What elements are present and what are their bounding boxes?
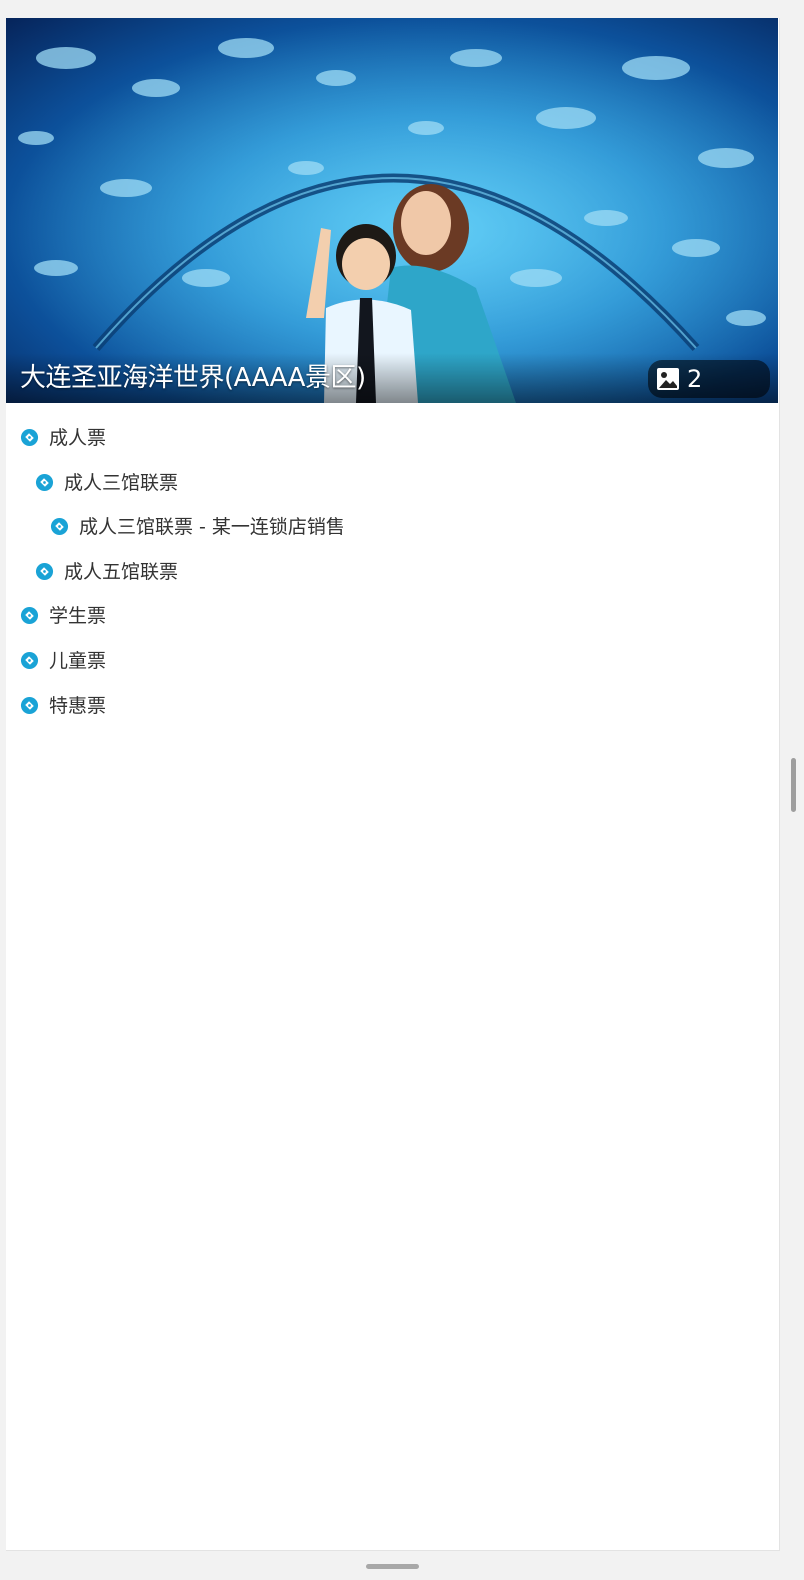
image-icon [657, 368, 679, 390]
attraction-title: 大连圣亚海洋世界(AAAA景区) [20, 363, 366, 393]
ticket-item-label: 成人票 [49, 427, 107, 449]
ticket-type-tree: 成人票 成人三馆联票 成人三馆联票 - 某一连锁店销售 成人五馆联票 学生票 儿… [6, 403, 779, 737]
ticket-item-adult-three-hall[interactable]: 成人三馆联票 [6, 470, 779, 515]
ticket-item-child[interactable]: 儿童票 [6, 648, 779, 693]
ticket-item-adult-five-hall[interactable]: 成人五馆联票 [6, 559, 779, 604]
ticket-item-label: 成人三馆联票 - 某一连锁店销售 [79, 516, 345, 539]
ticket-item-label: 学生票 [49, 605, 107, 628]
ticket-icon [20, 651, 39, 670]
ticket-icon [20, 607, 39, 625]
photo-count-button[interactable]: 2 [648, 360, 770, 398]
ticket-item-label: 特惠票 [49, 694, 107, 717]
ticket-item-discount[interactable]: 特惠票 [6, 693, 779, 738]
bottom-drag-handle[interactable] [366, 1564, 419, 1569]
ticket-icon [50, 518, 69, 536]
hero-banner[interactable]: 大连圣亚海洋世界(AAAA景区) 2 [6, 18, 778, 403]
photo-count-number: 2 [687, 365, 703, 393]
ticket-icon [20, 428, 39, 447]
scrollbar-thumb[interactable] [791, 758, 796, 812]
ticket-item-adult-three-hall-chain[interactable]: 成人三馆联票 - 某一连锁店销售 [6, 514, 779, 559]
ticket-icon [35, 562, 54, 580]
ticket-item-label: 儿童票 [49, 649, 107, 672]
ticket-item-label: 成人三馆联票 [64, 471, 179, 494]
ticket-icon [20, 696, 39, 714]
ticket-item-adult[interactable]: 成人票 [6, 425, 779, 470]
ticket-item-label: 成人五馆联票 [64, 560, 179, 583]
aquarium-photo [6, 18, 778, 403]
ticket-icon [35, 473, 54, 491]
ticket-page: 大连圣亚海洋世界(AAAA景区) 2 成人票 成人三馆联票 成人三馆联票 - 某… [6, 18, 780, 1551]
ticket-item-student[interactable]: 学生票 [6, 603, 779, 648]
